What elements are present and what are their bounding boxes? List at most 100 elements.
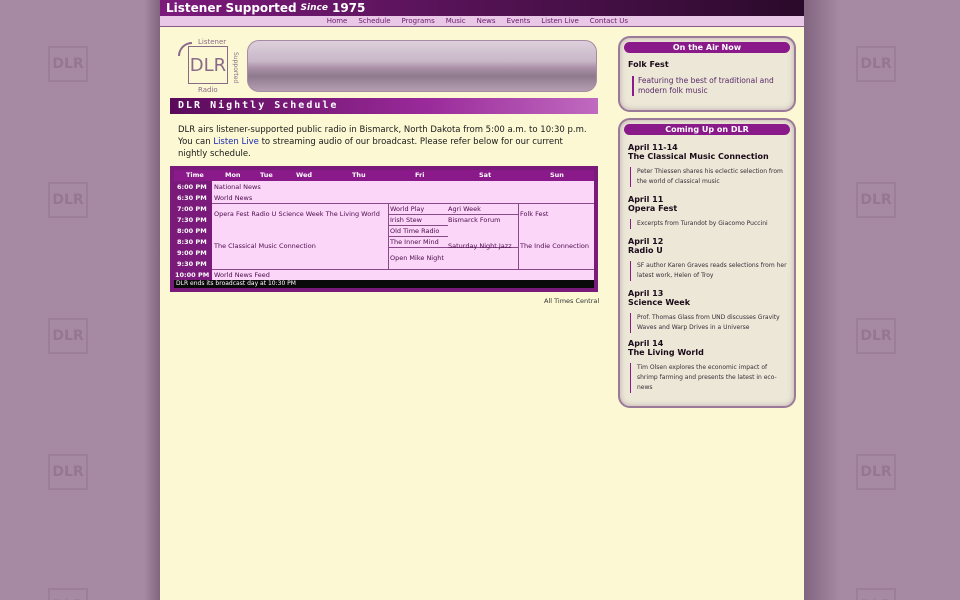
main-nav: Home Schedule Programs Music News Events… [160, 16, 804, 27]
background-logo: DLR [856, 182, 896, 218]
site-logo[interactable]: Listener DLR Radio Supported [174, 38, 240, 94]
schedule-cell[interactable]: Agri Week [448, 205, 481, 213]
time-label: 10:00 PM [175, 271, 210, 279]
item-date: April 11 [628, 195, 664, 204]
grid-line [388, 214, 518, 215]
nav-home[interactable]: Home [327, 16, 348, 26]
background-logo: DLR [856, 46, 896, 82]
time-label: 9:00 PM [177, 249, 207, 257]
background-logo: DLR [856, 588, 896, 600]
time-label: 9:30 PM [177, 260, 207, 268]
item-date: April 13 [628, 289, 664, 298]
logo-side-text: Supported [232, 52, 239, 84]
grid-line [212, 269, 594, 270]
item-name: The Living World [628, 348, 704, 357]
time-label: 7:00 PM [177, 205, 207, 213]
item-desc: Prof. Thomas Glass from UND discusses Gr… [630, 313, 788, 333]
nav-news[interactable]: News [477, 16, 496, 26]
schedule-cell[interactable]: The Classical Music Connection [214, 242, 316, 250]
header-time: Time [186, 171, 204, 179]
grid-line [518, 203, 519, 269]
time-label: 8:30 PM [177, 238, 207, 246]
schedule-cell[interactable]: Bismarck Forum [448, 216, 501, 224]
section-title: DLR Nightly Schedule [170, 98, 598, 114]
nav-events[interactable]: Events [507, 16, 531, 26]
coming-up-item[interactable]: April 12 Radio U SF author Karen Graves … [628, 238, 788, 281]
schedule-cell[interactable]: Irish Stew [390, 216, 422, 224]
item-desc: Excerpts from Turandot by Giacomo Puccin… [630, 219, 788, 229]
background-logo: DLR [48, 454, 88, 490]
grid-line [388, 236, 448, 237]
item-date: April 12 [628, 237, 664, 246]
page-shadow-right [804, 0, 840, 600]
item-name: Opera Fest [628, 204, 678, 213]
background-logo: DLR [48, 318, 88, 354]
coming-up-item[interactable]: April 14 The Living World Tim Olsen expl… [628, 340, 788, 393]
item-name: Science Week [628, 298, 691, 307]
background-logo: DLR [48, 588, 88, 600]
header-sat: Sat [479, 171, 492, 179]
background-logo: DLR [856, 318, 896, 354]
schedule-cell[interactable]: Opera Fest Radio U Science Week The Livi… [214, 210, 380, 218]
page: Listener Supported Since 1975 Home Sched… [160, 0, 804, 600]
coming-up-item[interactable]: April 11-14 The Classical Music Connecti… [628, 144, 788, 187]
schedule-header-row: Time Mon Tue Wed Thu Fri Sat Sun [174, 170, 594, 181]
schedule-cell[interactable]: World News [214, 194, 252, 202]
grid-line [212, 203, 594, 204]
schedule-cell[interactable]: Saturday Night Jazz [448, 242, 512, 250]
since-year: 1975 [331, 1, 366, 15]
on-air-title[interactable]: Folk Fest [628, 60, 669, 69]
header-mon: Mon [225, 171, 241, 179]
schedule-cell[interactable]: National News [214, 183, 261, 191]
item-desc: Peter Thiessen shares his eclectic selec… [630, 167, 788, 187]
header-wed: Wed [296, 171, 312, 179]
schedule-cell[interactable]: World News Feed [214, 271, 270, 279]
schedule-footer: DLR ends its broadcast day at 10:30 PM [174, 280, 594, 288]
item-date: April 14 [628, 339, 664, 348]
header-fri: Fri [415, 171, 425, 179]
item-desc: SF author Karen Graves reads selections … [630, 261, 788, 281]
nav-music[interactable]: Music [446, 16, 466, 26]
background-logo: DLR [856, 454, 896, 490]
time-label: 7:30 PM [177, 216, 207, 224]
item-name: The Classical Music Connection [628, 152, 769, 161]
time-label: 6:30 PM [177, 194, 207, 202]
schedule-cell[interactable]: The Inner Mind [390, 238, 439, 246]
nav-programs[interactable]: Programs [402, 16, 435, 26]
schedule-grid: Time Mon Tue Wed Thu Fri Sat Sun 6:00 PM… [174, 170, 594, 288]
coming-up-item[interactable]: April 13 Science Week Prof. Thomas Glass… [628, 290, 788, 333]
tagline: Listener Supported [166, 1, 297, 15]
header-tue: Tue [260, 171, 273, 179]
header-sun: Sun [550, 171, 564, 179]
page-shadow-left [144, 0, 160, 600]
schedule-cell[interactable]: Old Time Radio [390, 227, 439, 235]
item-date: April 11-14 [628, 143, 678, 152]
coming-up-item[interactable]: April 11 Opera Fest Excerpts from Turand… [628, 196, 788, 229]
time-zone-note: All Times Central [544, 297, 600, 305]
schedule-cell[interactable]: Folk Fest [520, 210, 548, 218]
schedule-cell[interactable]: Open Mike Night [390, 254, 444, 262]
time-label: 6:00 PM [177, 183, 207, 191]
header-banner-image [247, 40, 597, 92]
schedule-table: Time Mon Tue Wed Thu Fri Sat Sun 6:00 PM… [170, 166, 598, 292]
background-logo: DLR [48, 46, 88, 82]
listen-live-link[interactable]: Listen Live [213, 137, 259, 147]
nav-contact[interactable]: Contact Us [590, 16, 628, 26]
schedule-cell[interactable]: World Play [390, 205, 424, 213]
nav-listen-live[interactable]: Listen Live [541, 16, 579, 26]
time-label: 8:00 PM [177, 227, 207, 235]
intro-text: DLR airs listener-supported public radio… [178, 124, 588, 160]
on-air-heading: On the Air Now [624, 42, 790, 53]
on-air-panel: On the Air Now Folk Fest Featuring the b… [618, 36, 796, 112]
time-column: 6:00 PM 6:30 PM 7:00 PM 7:30 PM 8:00 PM … [174, 181, 212, 280]
background-logo: DLR [48, 182, 88, 218]
logo-letters: DLR [188, 46, 228, 84]
schedule-cell[interactable]: The Indie Connection [520, 242, 589, 250]
grid-line [388, 225, 448, 226]
coming-up-panel: Coming Up on DLR April 11-14 The Classic… [618, 118, 796, 408]
item-name: Radio U [628, 246, 663, 255]
header-bar: Listener Supported Since 1975 [160, 0, 804, 16]
header-thu: Thu [352, 171, 366, 179]
nav-schedule[interactable]: Schedule [358, 16, 390, 26]
item-desc: Tim Olsen explores the economic impact o… [630, 363, 788, 393]
